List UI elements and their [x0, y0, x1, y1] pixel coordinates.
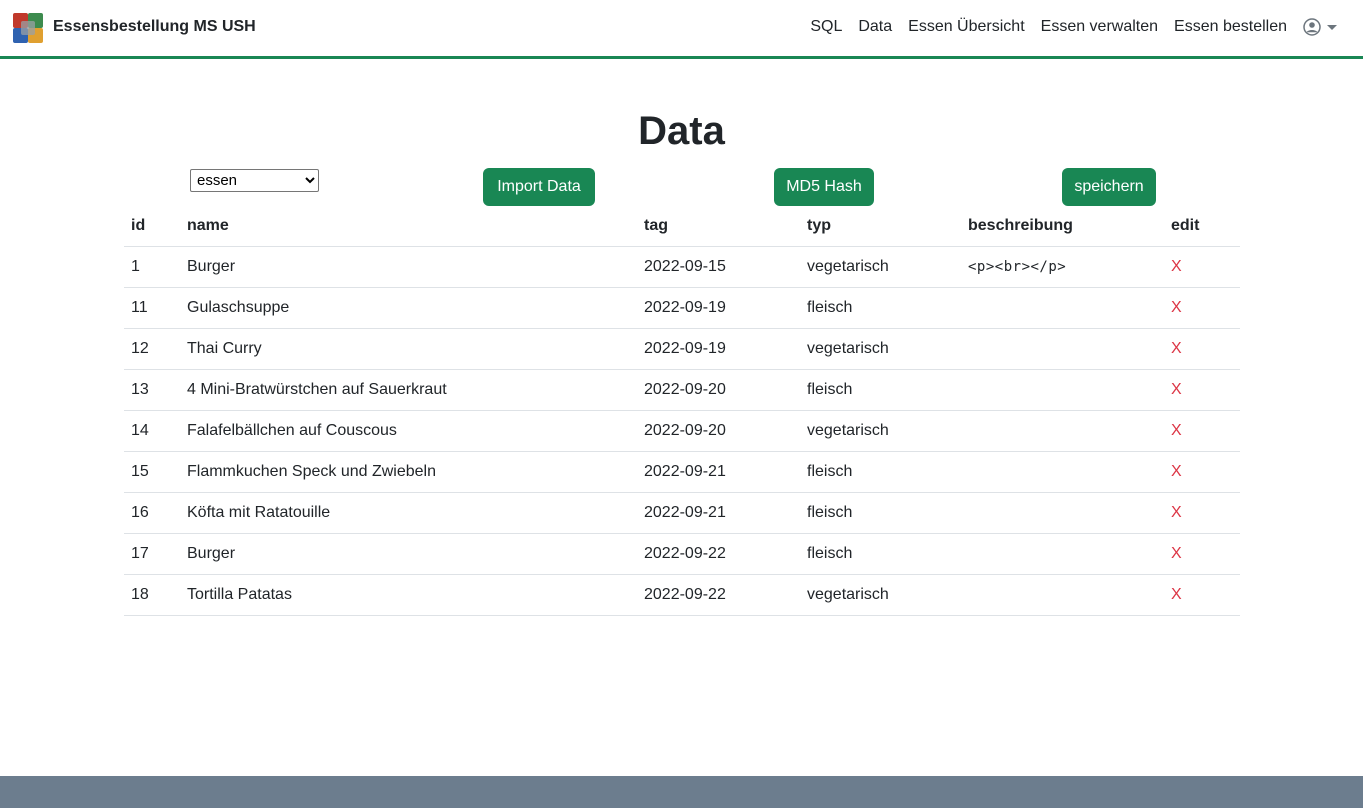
- cell-id[interactable]: 16: [124, 492, 180, 534]
- header-edit: edit: [1164, 206, 1240, 247]
- cell-beschreibung[interactable]: [961, 451, 1164, 493]
- nav-link-essen-bestellen[interactable]: Essen bestellen: [1174, 18, 1287, 36]
- nav-link-data[interactable]: Data: [858, 18, 892, 36]
- table-row: 18 Tortilla Patatas 2022-09-22 vegetarisch X: [124, 574, 1240, 616]
- cell-tag[interactable]: 2022-09-21: [637, 451, 800, 493]
- app-logo-icon[interactable]: [12, 12, 44, 44]
- table-row: 15 Flammkuchen Speck und Zwiebeln 2022-09-…: [124, 451, 1240, 493]
- footer: [0, 776, 1363, 808]
- cell-name[interactable]: 4 Mini-Bratwürstchen auf Sauerkraut: [180, 369, 637, 411]
- cell-tag[interactable]: 2022-09-20: [637, 410, 800, 452]
- header-id: id: [124, 206, 180, 247]
- delete-row-button[interactable]: X: [1164, 328, 1240, 370]
- cell-typ[interactable]: fleisch: [800, 451, 961, 493]
- delete-row-button[interactable]: X: [1164, 451, 1240, 493]
- cell-name[interactable]: Burger: [180, 246, 637, 288]
- cell-tag[interactable]: 2022-09-22: [637, 533, 800, 575]
- cell-id[interactable]: 15: [124, 451, 180, 493]
- table-row: 17 Burger 2022-09-22 fleisch X: [124, 533, 1240, 575]
- delete-row-button[interactable]: X: [1164, 492, 1240, 534]
- cell-typ[interactable]: fleisch: [800, 369, 961, 411]
- cell-beschreibung[interactable]: [961, 410, 1164, 452]
- header-typ: typ: [800, 206, 961, 247]
- table-row: 16 Köfta mit Ratatouille 2022-09-21 fleisch…: [124, 492, 1240, 534]
- cell-beschreibung[interactable]: <p><br></p>: [961, 246, 1164, 288]
- cell-typ[interactable]: vegetarisch: [800, 410, 961, 452]
- cell-beschreibung[interactable]: [961, 328, 1164, 370]
- nav-link-sql[interactable]: SQL: [810, 18, 842, 36]
- cell-id[interactable]: 1: [124, 246, 180, 288]
- delete-row-button[interactable]: X: [1164, 369, 1240, 411]
- cell-tag[interactable]: 2022-09-19: [637, 287, 800, 329]
- header-tag: tag: [637, 206, 800, 247]
- nav-links: SQL Data Essen Übersicht Essen verwalten…: [794, 18, 1337, 36]
- table-body: 1 Burger 2022-09-15 vegetarisch <p><br></p> X…: [124, 246, 1240, 616]
- cell-name[interactable]: Tortilla Patatas: [180, 574, 637, 616]
- cell-beschreibung[interactable]: [961, 492, 1164, 534]
- cell-id[interactable]: 14: [124, 410, 180, 452]
- page-title: Data: [638, 109, 725, 153]
- delete-row-button[interactable]: X: [1164, 410, 1240, 452]
- table-row: 12 Thai Curry 2022-09-19 vegetarisch X: [124, 328, 1240, 370]
- delete-row-button[interactable]: X: [1164, 246, 1240, 288]
- import-data-button[interactable]: Import Data: [483, 168, 595, 206]
- delete-row-button[interactable]: X: [1164, 533, 1240, 575]
- cell-id[interactable]: 17: [124, 533, 180, 575]
- save-button[interactable]: speichern: [1062, 168, 1156, 206]
- header-name: name: [180, 206, 637, 247]
- data-table: id name tag typ beschreibung edit 1 Burge…: [124, 206, 1240, 616]
- cell-id[interactable]: 18: [124, 574, 180, 616]
- cell-typ[interactable]: fleisch: [800, 533, 961, 575]
- cell-name[interactable]: Thai Curry: [180, 328, 637, 370]
- brand-title[interactable]: Essensbestellung MS USH: [53, 18, 256, 36]
- cell-typ[interactable]: fleisch: [800, 492, 961, 534]
- table-row: 1 Burger 2022-09-15 vegetarisch <p><br></p> X: [124, 246, 1240, 288]
- cell-typ[interactable]: vegetarisch: [800, 574, 961, 616]
- table-header-row: id name tag typ beschreibung edit: [124, 206, 1240, 247]
- cell-typ[interactable]: fleisch: [800, 287, 961, 329]
- nav-link-essen-uebersicht[interactable]: Essen Übersicht: [908, 18, 1025, 36]
- delete-row-button[interactable]: X: [1164, 574, 1240, 616]
- cell-tag[interactable]: 2022-09-15: [637, 246, 800, 288]
- cell-name[interactable]: Köfta mit Ratatouille: [180, 492, 637, 534]
- cell-tag[interactable]: 2022-09-21: [637, 492, 800, 534]
- cell-name[interactable]: Burger: [180, 533, 637, 575]
- cell-typ[interactable]: vegetarisch: [800, 246, 961, 288]
- cell-name[interactable]: Gulaschsuppe: [180, 287, 637, 329]
- cell-tag[interactable]: 2022-09-22: [637, 574, 800, 616]
- table-row: 14 Falafelbällchen auf Couscous 2022-09-20…: [124, 410, 1240, 452]
- md5-hash-button[interactable]: MD5 Hash: [774, 168, 874, 206]
- chevron-down-icon: [1327, 24, 1337, 30]
- cell-typ[interactable]: vegetarisch: [800, 328, 961, 370]
- cell-name[interactable]: Falafelbällchen auf Couscous: [180, 410, 637, 452]
- cell-name[interactable]: Flammkuchen Speck und Zwiebeln: [180, 451, 637, 493]
- user-menu-dropdown[interactable]: [1303, 18, 1337, 36]
- cell-tag[interactable]: 2022-09-19: [637, 328, 800, 370]
- cell-tag[interactable]: 2022-09-20: [637, 369, 800, 411]
- nav-link-essen-verwalten[interactable]: Essen verwalten: [1041, 18, 1158, 36]
- delete-row-button[interactable]: X: [1164, 287, 1240, 329]
- table-select[interactable]: essen: [190, 169, 319, 192]
- table-row: 11 Gulaschsuppe 2022-09-19 fleisch X: [124, 287, 1240, 329]
- cell-id[interactable]: 11: [124, 287, 180, 329]
- cell-beschreibung[interactable]: [961, 574, 1164, 616]
- cell-id[interactable]: 12: [124, 328, 180, 370]
- cell-id[interactable]: 13: [124, 369, 180, 411]
- header-beschreibung: beschreibung: [961, 206, 1164, 247]
- navbar: Essensbestellung MS USH SQL Data Essen Ü…: [0, 0, 1363, 59]
- cell-beschreibung[interactable]: [961, 533, 1164, 575]
- user-avatar-icon: [1303, 18, 1321, 36]
- cell-beschreibung[interactable]: [961, 287, 1164, 329]
- table-row: 13 4 Mini-Bratwürstchen auf Sauerkraut 202…: [124, 369, 1240, 411]
- cell-beschreibung[interactable]: [961, 369, 1164, 411]
